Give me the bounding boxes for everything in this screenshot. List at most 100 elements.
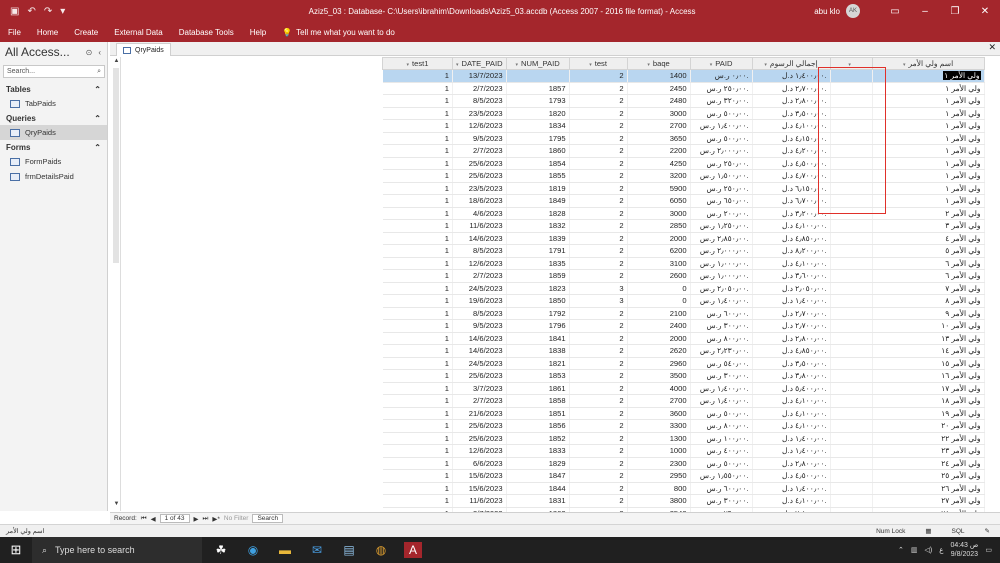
notepad-icon[interactable]: ▤: [340, 542, 358, 558]
col-num-paid-cell[interactable]: 1853: [506, 369, 570, 383]
col-paid-cell[interactable]: ١٫٢٥٠٫٠٠ ر.س.: [690, 219, 753, 233]
col-total-fees-cell[interactable]: ٢٫٠٥٠٫٠٠ د.ل.: [752, 282, 831, 295]
col-date-paid-cell[interactable]: 12/6/2023: [452, 444, 507, 458]
col-paid-cell[interactable]: ٣٠٠٫٠٠ ر.س.: [690, 494, 753, 508]
col-guardian-name-cell[interactable]: ولي الأمر ١: [872, 169, 985, 183]
col-baqe-cell[interactable]: 2300: [627, 457, 691, 470]
col-date-paid-cell[interactable]: 24/5/2023: [452, 357, 507, 370]
table-row[interactable]: 1 11/6/2023 1832 2 2850 ١٫٢٥٠٫٠٠ ر.س. ٤٫١٠٠٫٠٠…: [382, 219, 985, 233]
col-blank-cell[interactable]: [830, 482, 873, 495]
col-baqe-cell[interactable]: 2450: [627, 82, 691, 95]
table-row[interactable]: 1 8/5/2023 1792 2 2100 ٦٠٠٫٠٠ ر.س. ٢٫٧٠٠٫٠٠ د.…: [382, 307, 985, 320]
col-test1-cell[interactable]: 1: [382, 119, 453, 133]
table-row[interactable]: 1 9/5/2023 1795 2 3650 ٥٠٠٫٠٠ ر.س. ٤٫١٥٠٫٠٠ د.…: [382, 132, 985, 145]
col-paid-cell[interactable]: ١٫٤٠٠٫٠٠ ر.س.: [690, 294, 753, 308]
col-guardian-name-cell[interactable]: ولي الأمر ١: [872, 194, 985, 208]
col-test-cell[interactable]: 2: [569, 394, 628, 408]
col-total-fees-cell[interactable]: ١٫٤٠٠٫٠٠ د.ل.: [752, 69, 831, 83]
col-date-paid-cell[interactable]: 9/5/2023: [452, 132, 507, 145]
col-baqe-cell[interactable]: 2700: [627, 119, 691, 133]
col-test-cell[interactable]: 2: [569, 82, 628, 95]
col-total-fees-cell[interactable]: ٤٫١٥٠٫٠٠ د.ل.: [752, 132, 831, 145]
col-paid-cell[interactable]: ١٫٥٥٠٫٠٠ ر.س.: [690, 469, 753, 483]
chevron-up-icon[interactable]: ⌃: [94, 114, 101, 123]
col-baqe-cell[interactable]: 2850: [627, 219, 691, 233]
search-icon[interactable]: ⌕: [97, 68, 101, 76]
col-paid-cell[interactable]: ٨٠٠٫٠٠ ر.س.: [690, 419, 753, 433]
col-total-fees-cell[interactable]: ٢٫٧٠٠٫٠٠ د.ل.: [752, 82, 831, 95]
network-icon[interactable]: ▥: [911, 546, 918, 554]
tab-create[interactable]: Create: [66, 28, 106, 37]
user-account[interactable]: abu klo AK: [814, 4, 860, 18]
col-test1-cell[interactable]: 1: [382, 94, 453, 108]
col-date-paid-cell[interactable]: 25/6/2023: [452, 157, 507, 170]
col-guardian-name-cell[interactable]: ولي الأمر ٥: [872, 244, 985, 258]
nav-pane-title[interactable]: All Access...: [5, 45, 86, 59]
col-baqe-cell[interactable]: 2000: [627, 332, 691, 345]
nav-item-tabpaids[interactable]: TabPaids: [0, 96, 107, 111]
col-baqe-header[interactable]: ▾ baqe: [626, 57, 691, 70]
col-date-paid-cell[interactable]: 18/6/2023: [452, 194, 507, 208]
col-test1-cell[interactable]: 1: [382, 332, 453, 345]
col-test-cell[interactable]: 2: [569, 444, 628, 458]
col-blank-cell[interactable]: [830, 182, 873, 195]
close-document-icon[interactable]: ✕: [988, 42, 996, 53]
col-guardian-name-cell[interactable]: ولي الأمر ٢٧: [872, 494, 985, 508]
table-row[interactable]: 1 25/6/2023 1856 2 3300 ٨٠٠٫٠٠ ر.س. ٤٫١٠٠٫٠٠ د…: [382, 419, 985, 433]
col-blank-cell[interactable]: [830, 469, 873, 483]
col-paid-cell[interactable]: ٣٠٠٫٠٠ ر.س.: [690, 369, 753, 383]
col-test-cell[interactable]: 2: [569, 494, 628, 508]
col-baqe-cell[interactable]: 2200: [627, 144, 691, 158]
col-num-paid-cell[interactable]: 1819: [506, 182, 570, 195]
col-num-paid-cell[interactable]: 1795: [506, 132, 570, 145]
col-test-cell[interactable]: 2: [569, 469, 628, 483]
col-paid-cell[interactable]: ٢٥٠٫٠٠ ر.س.: [690, 82, 753, 95]
last-record-icon[interactable]: ⏭: [203, 515, 209, 523]
table-row[interactable]: 1 2/7/2023 1859 2 2600 ١٫٠٠٠٫٠٠ ر.س. ٣٫٦٠٠٫٠٠ …: [382, 269, 985, 283]
col-paid-cell[interactable]: ٨٠٠٫٠٠ ر.س.: [690, 332, 753, 345]
tab-external-data[interactable]: External Data: [106, 28, 170, 37]
col-test-cell[interactable]: 2: [569, 382, 628, 395]
col-date-paid-cell[interactable]: 12/6/2023: [452, 257, 507, 270]
col-paid-cell[interactable]: ٦٥٠٫٠٠ ر.س.: [690, 194, 753, 208]
col-total-fees-cell[interactable]: ٢٫٧٠٠٫٠٠ د.ل.: [752, 319, 831, 333]
col-blank-cell[interactable]: [830, 157, 873, 170]
col-date-paid-cell[interactable]: 19/6/2023: [452, 294, 507, 308]
col-paid-cell[interactable]: ٠٫٠٠ ر.س.: [690, 69, 753, 83]
col-total-fees-header[interactable]: ▾ إجمالي الرسوم: [751, 57, 831, 70]
col-blank-cell[interactable]: [830, 294, 873, 308]
col-blank-cell[interactable]: [830, 319, 873, 333]
col-guardian-name-cell[interactable]: ولي الأمر ٢٣: [872, 444, 985, 458]
first-record-icon[interactable]: ⏮: [141, 515, 147, 523]
col-total-fees-cell[interactable]: ١٫٤٠٠٫٠٠ د.ل.: [752, 432, 831, 445]
table-row[interactable]: 1 12/6/2023 1835 2 3100 ١٫٠٠٠٫٠٠ ر.س. ٤٫١٠٠٫٠٠…: [382, 257, 985, 270]
table-row[interactable]: 1 14/6/2023 1838 2 2620 ٢٫٢٣٠٫٠٠ ر.س. ٤٫٨٥٠٫٠٠…: [382, 344, 985, 358]
col-test1-cell[interactable]: 1: [382, 182, 453, 195]
col-paid-cell[interactable]: ١٫٠٠٠٫٠٠ ر.س.: [690, 257, 753, 270]
col-date-paid-cell[interactable]: 4/6/2023: [452, 207, 507, 220]
col-blank-cell[interactable]: [830, 244, 873, 258]
col-date-paid-cell[interactable]: 2/7/2023: [452, 394, 507, 408]
col-test1-cell[interactable]: 1: [382, 494, 453, 508]
col-test1-cell[interactable]: 1: [382, 432, 453, 445]
col-blank-cell[interactable]: [830, 82, 873, 95]
col-total-fees-cell[interactable]: ٢٫٧٠٠٫٠٠ د.ل.: [752, 307, 831, 320]
col-guardian-name-cell[interactable]: ولي الأمر ٢٥: [872, 469, 985, 483]
col-guardian-name-cell[interactable]: ولي الأمر ٤: [872, 232, 985, 245]
col-test-cell[interactable]: 2: [569, 257, 628, 270]
col-blank-cell[interactable]: [830, 169, 873, 183]
col-blank-cell[interactable]: [830, 407, 873, 420]
col-num-paid-cell[interactable]: 1821: [506, 357, 570, 370]
col-date-paid-cell[interactable]: 11/6/2023: [452, 494, 507, 508]
table-row[interactable]: 1 6/6/2023 1829 2 2300 ٥٠٠٫٠٠ ر.س. ٢٫٨٠٠٫٠٠ د.…: [382, 457, 985, 470]
sort-arrow-icon[interactable]: ▾: [647, 62, 650, 68]
col-total-fees-cell[interactable]: ١٫٤٠٠٫٠٠ د.ل.: [752, 482, 831, 495]
col-total-fees-cell[interactable]: ٤٫١٠٠٫٠٠ د.ل.: [752, 219, 831, 233]
col-total-fees-cell[interactable]: ٦٫٧٠٠٫٠٠ د.ل.: [752, 194, 831, 208]
col-paid-cell[interactable]: ٢٫٠٥٠٫٠٠ ر.س.: [690, 282, 753, 295]
col-baqe-cell[interactable]: 6200: [627, 244, 691, 258]
table-row[interactable]: 1 24/5/2023 1823 3 0 ٢٫٠٥٠٫٠٠ ر.س. ٢٫٠٥٠٫٠٠ د.…: [382, 282, 985, 295]
col-test-cell[interactable]: 2: [569, 357, 628, 370]
col-baqe-cell[interactable]: 0: [627, 282, 691, 295]
col-guardian-name-cell[interactable]: ولي الأمر ٢: [872, 207, 985, 220]
